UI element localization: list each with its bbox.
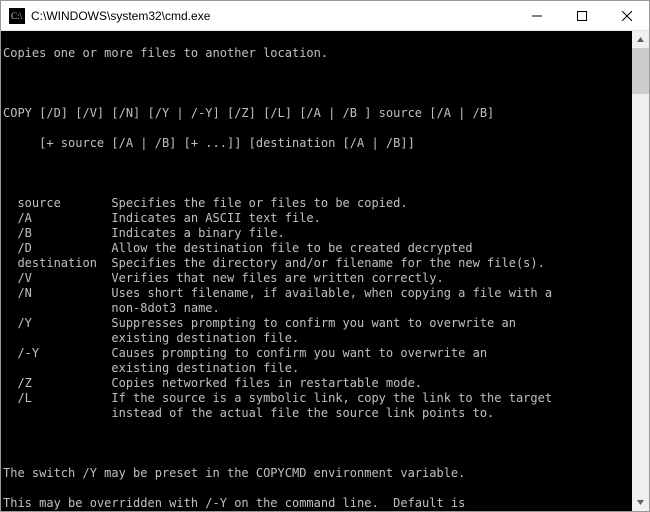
param-line: /A Indicates an ASCII text file. <box>3 211 630 226</box>
window-controls <box>514 1 649 30</box>
console-area: Copies one or more files to another loca… <box>1 31 649 511</box>
blank-line <box>3 166 630 181</box>
scroll-thumb[interactable] <box>632 48 649 94</box>
param-line: instead of the actual file the source li… <box>3 406 630 421</box>
text-line: The switch /Y may be preset in the COPYC… <box>3 466 630 481</box>
param-line: /N Uses short filename, if available, wh… <box>3 286 630 301</box>
console-output[interactable]: Copies one or more files to another loca… <box>1 31 632 511</box>
param-line: destination Specifies the directory and/… <box>3 256 630 271</box>
vertical-scrollbar[interactable] <box>632 31 649 511</box>
param-line: /-Y Causes prompting to confirm you want… <box>3 346 630 361</box>
window-title: C:\WINDOWS\system32\cmd.exe <box>31 9 514 23</box>
param-line: non-8dot3 name. <box>3 301 630 316</box>
svg-text:C:\: C:\ <box>11 11 23 21</box>
blank-line <box>3 76 630 91</box>
param-line: /Z Copies networked files in restartable… <box>3 376 630 391</box>
close-button[interactable] <box>604 1 649 31</box>
minimize-button[interactable] <box>514 1 559 31</box>
param-line: /B Indicates a binary file. <box>3 226 630 241</box>
titlebar[interactable]: C:\ C:\WINDOWS\system32\cmd.exe <box>1 1 649 31</box>
scroll-down-button[interactable] <box>632 494 649 511</box>
param-line: existing destination file. <box>3 331 630 346</box>
text-line: This may be overridden with /-Y on the c… <box>3 496 630 511</box>
param-line: /L If the source is a symbolic link, cop… <box>3 391 630 406</box>
scroll-up-button[interactable] <box>632 31 649 48</box>
syntax-line: COPY [/D] [/V] [/N] [/Y | /-Y] [/Z] [/L]… <box>3 106 630 121</box>
param-line: source Specifies the file or files to be… <box>3 196 630 211</box>
param-line: existing destination file. <box>3 361 630 376</box>
scroll-track[interactable] <box>632 48 649 494</box>
maximize-button[interactable] <box>559 1 604 31</box>
param-line: /V Verifies that new files are written c… <box>3 271 630 286</box>
text-line: Copies one or more files to another loca… <box>3 46 630 61</box>
blank-line <box>3 436 630 451</box>
param-line: /Y Suppresses prompting to confirm you w… <box>3 316 630 331</box>
cmd-icon: C:\ <box>9 8 25 24</box>
syntax-line: [+ source [/A | /B] [+ ...]] [destinatio… <box>3 136 630 151</box>
param-line: /D Allow the destination file to be crea… <box>3 241 630 256</box>
